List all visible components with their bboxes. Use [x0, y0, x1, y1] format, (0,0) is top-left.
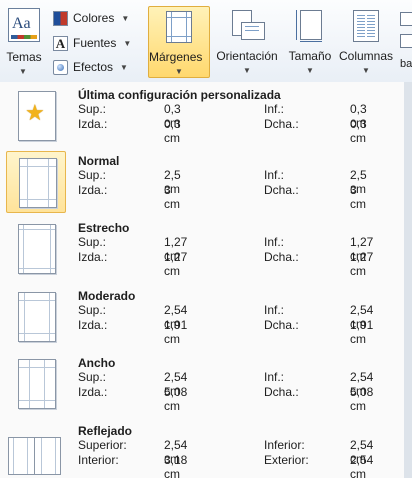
chevron-down-icon: ▼	[362, 66, 370, 75]
label-top: Sup.:	[78, 370, 107, 384]
colors-icon	[53, 10, 68, 26]
margins-dropdown-menu: ★ Última configuración personalizada Sup…	[0, 82, 405, 481]
label-bottom: Inf.:	[264, 303, 285, 317]
label-left: Izda.:	[78, 318, 108, 332]
value-outside: 2,54 cm	[350, 453, 374, 481]
margin-option-narrow[interactable]: Estrecho Sup.: 1,27 cm Inf.: 1,27 cm Izda.:…	[0, 217, 404, 283]
effects-icon	[53, 59, 68, 75]
margin-option-title: Última configuración personalizada	[78, 88, 281, 102]
orientation-icon	[232, 10, 265, 42]
breaks-icon[interactable]	[400, 12, 412, 26]
effects-button[interactable]: Efectos ▼	[53, 57, 128, 77]
value-right: 0,3 cm	[350, 117, 367, 145]
margin-option-last-custom[interactable]: ★ Última configuración personalizada Sup…	[0, 84, 404, 150]
label-top: Sup.:	[78, 168, 107, 182]
size-icon	[296, 10, 324, 42]
wide-page-icon	[6, 353, 66, 415]
label-bottom: Inf.:	[264, 102, 285, 116]
label-inside: Interior:	[78, 453, 119, 467]
chevron-down-icon: ▼	[19, 67, 27, 76]
fonts-label: Fuentes	[73, 36, 117, 50]
label-bottom: Inf.:	[264, 370, 285, 384]
value-right: 1,27 cm	[350, 250, 374, 278]
label-left: Izda.:	[78, 385, 108, 399]
moderate-page-icon	[6, 286, 66, 348]
margin-option-title: Moderado	[78, 289, 136, 303]
label-top: Sup.:	[78, 303, 107, 317]
label-right: Dcha.:	[264, 250, 299, 264]
themes-icon-text: Aa	[12, 15, 31, 32]
columns-label: Columnas	[338, 49, 394, 63]
label-top: Superior:	[78, 438, 127, 452]
fonts-button[interactable]: A Fuentes ▼	[53, 33, 131, 53]
value-right: 5,08 cm	[350, 385, 374, 413]
document-edge	[404, 82, 412, 478]
label-left: Izda.:	[78, 117, 108, 131]
label-top: Sup.:	[78, 235, 107, 249]
label-bottom: Inf.:	[264, 168, 285, 182]
label-left: Izda.:	[78, 250, 108, 264]
effects-label: Efectos	[73, 60, 114, 74]
margins-icon	[166, 11, 192, 43]
value-left: 1,27 cm	[164, 250, 188, 278]
label-left: Izda.:	[78, 183, 108, 197]
label-right: Dcha.:	[264, 318, 299, 332]
margin-option-title: Estrecho	[78, 221, 130, 235]
star-page-icon: ★	[6, 85, 66, 147]
margin-option-title: Reflejado	[78, 424, 133, 438]
label-outside: Exterior:	[264, 453, 309, 467]
label-right: Dcha.:	[264, 385, 299, 399]
margin-option-moderate[interactable]: Moderado Sup.: 2,54 cm Inf.: 2,54 cm Izda.:…	[0, 285, 404, 351]
ribbon-page-setup-group: Aa Temas ▼ Colores ▼ A Fuentes ▼ Efectos…	[0, 0, 412, 83]
margin-option-normal[interactable]: Normal Sup.: 2,5 cm Inf.: 2,5 cm Izda.: 3 cm…	[0, 150, 404, 216]
normal-page-icon	[6, 151, 66, 213]
columns-icon	[353, 10, 379, 42]
label-right: Dcha.:	[264, 183, 299, 197]
margin-option-title: Normal	[78, 154, 120, 168]
margins-button[interactable]: Márgenes ▼	[148, 6, 210, 78]
orientation-label: Orientación	[216, 49, 278, 63]
hyphenation-partial-label[interactable]: ba	[400, 58, 412, 70]
size-label: Tamaño	[288, 49, 332, 63]
themes-button[interactable]: Aa Temas ▼	[2, 4, 46, 78]
line-numbers-icon[interactable]	[400, 34, 412, 48]
label-top: Sup.:	[78, 102, 107, 116]
value-right: 3 cm	[350, 183, 366, 211]
chevron-down-icon: ▼	[175, 67, 183, 76]
value-inside: 3,18 cm	[164, 453, 188, 481]
margins-label: Márgenes	[149, 50, 203, 64]
value-right: 1,91 cm	[350, 318, 374, 346]
chevron-down-icon: ▼	[306, 66, 314, 75]
chevron-down-icon: ▼	[120, 62, 128, 72]
size-button[interactable]: Tamaño ▼	[284, 6, 336, 78]
columns-button[interactable]: Columnas ▼	[336, 6, 396, 78]
colors-button[interactable]: Colores ▼	[53, 8, 129, 28]
value-left: 5,08 cm	[164, 385, 188, 413]
colors-label: Colores	[73, 11, 115, 25]
fonts-icon: A	[53, 35, 68, 51]
themes-label: Temas	[6, 50, 42, 64]
value-left: 1,91 cm	[164, 318, 188, 346]
label-bottom: Inf.:	[264, 235, 285, 249]
narrow-page-icon	[6, 218, 66, 280]
label-right: Dcha.:	[264, 117, 299, 131]
mirrored-page-icon	[6, 421, 66, 483]
star-icon: ★	[25, 100, 45, 125]
themes-icon: Aa	[8, 8, 40, 42]
margin-option-title: Ancho	[78, 356, 116, 370]
chevron-down-icon: ▼	[123, 38, 132, 48]
chevron-down-icon: ▼	[121, 13, 130, 23]
chevron-down-icon: ▼	[243, 66, 251, 75]
value-left: 3 cm	[164, 183, 180, 211]
margin-option-mirrored[interactable]: Reflejado Superior: 2,54 cm Inferior: 2,54 …	[0, 420, 404, 486]
margin-option-wide[interactable]: Ancho Sup.: 2,54 cm Inf.: 2,54 cm Izda.: 5,0…	[0, 352, 404, 418]
label-bottom: Inferior:	[264, 438, 305, 452]
orientation-button[interactable]: Orientación ▼	[212, 6, 282, 78]
value-left: 0,3 cm	[164, 117, 181, 145]
